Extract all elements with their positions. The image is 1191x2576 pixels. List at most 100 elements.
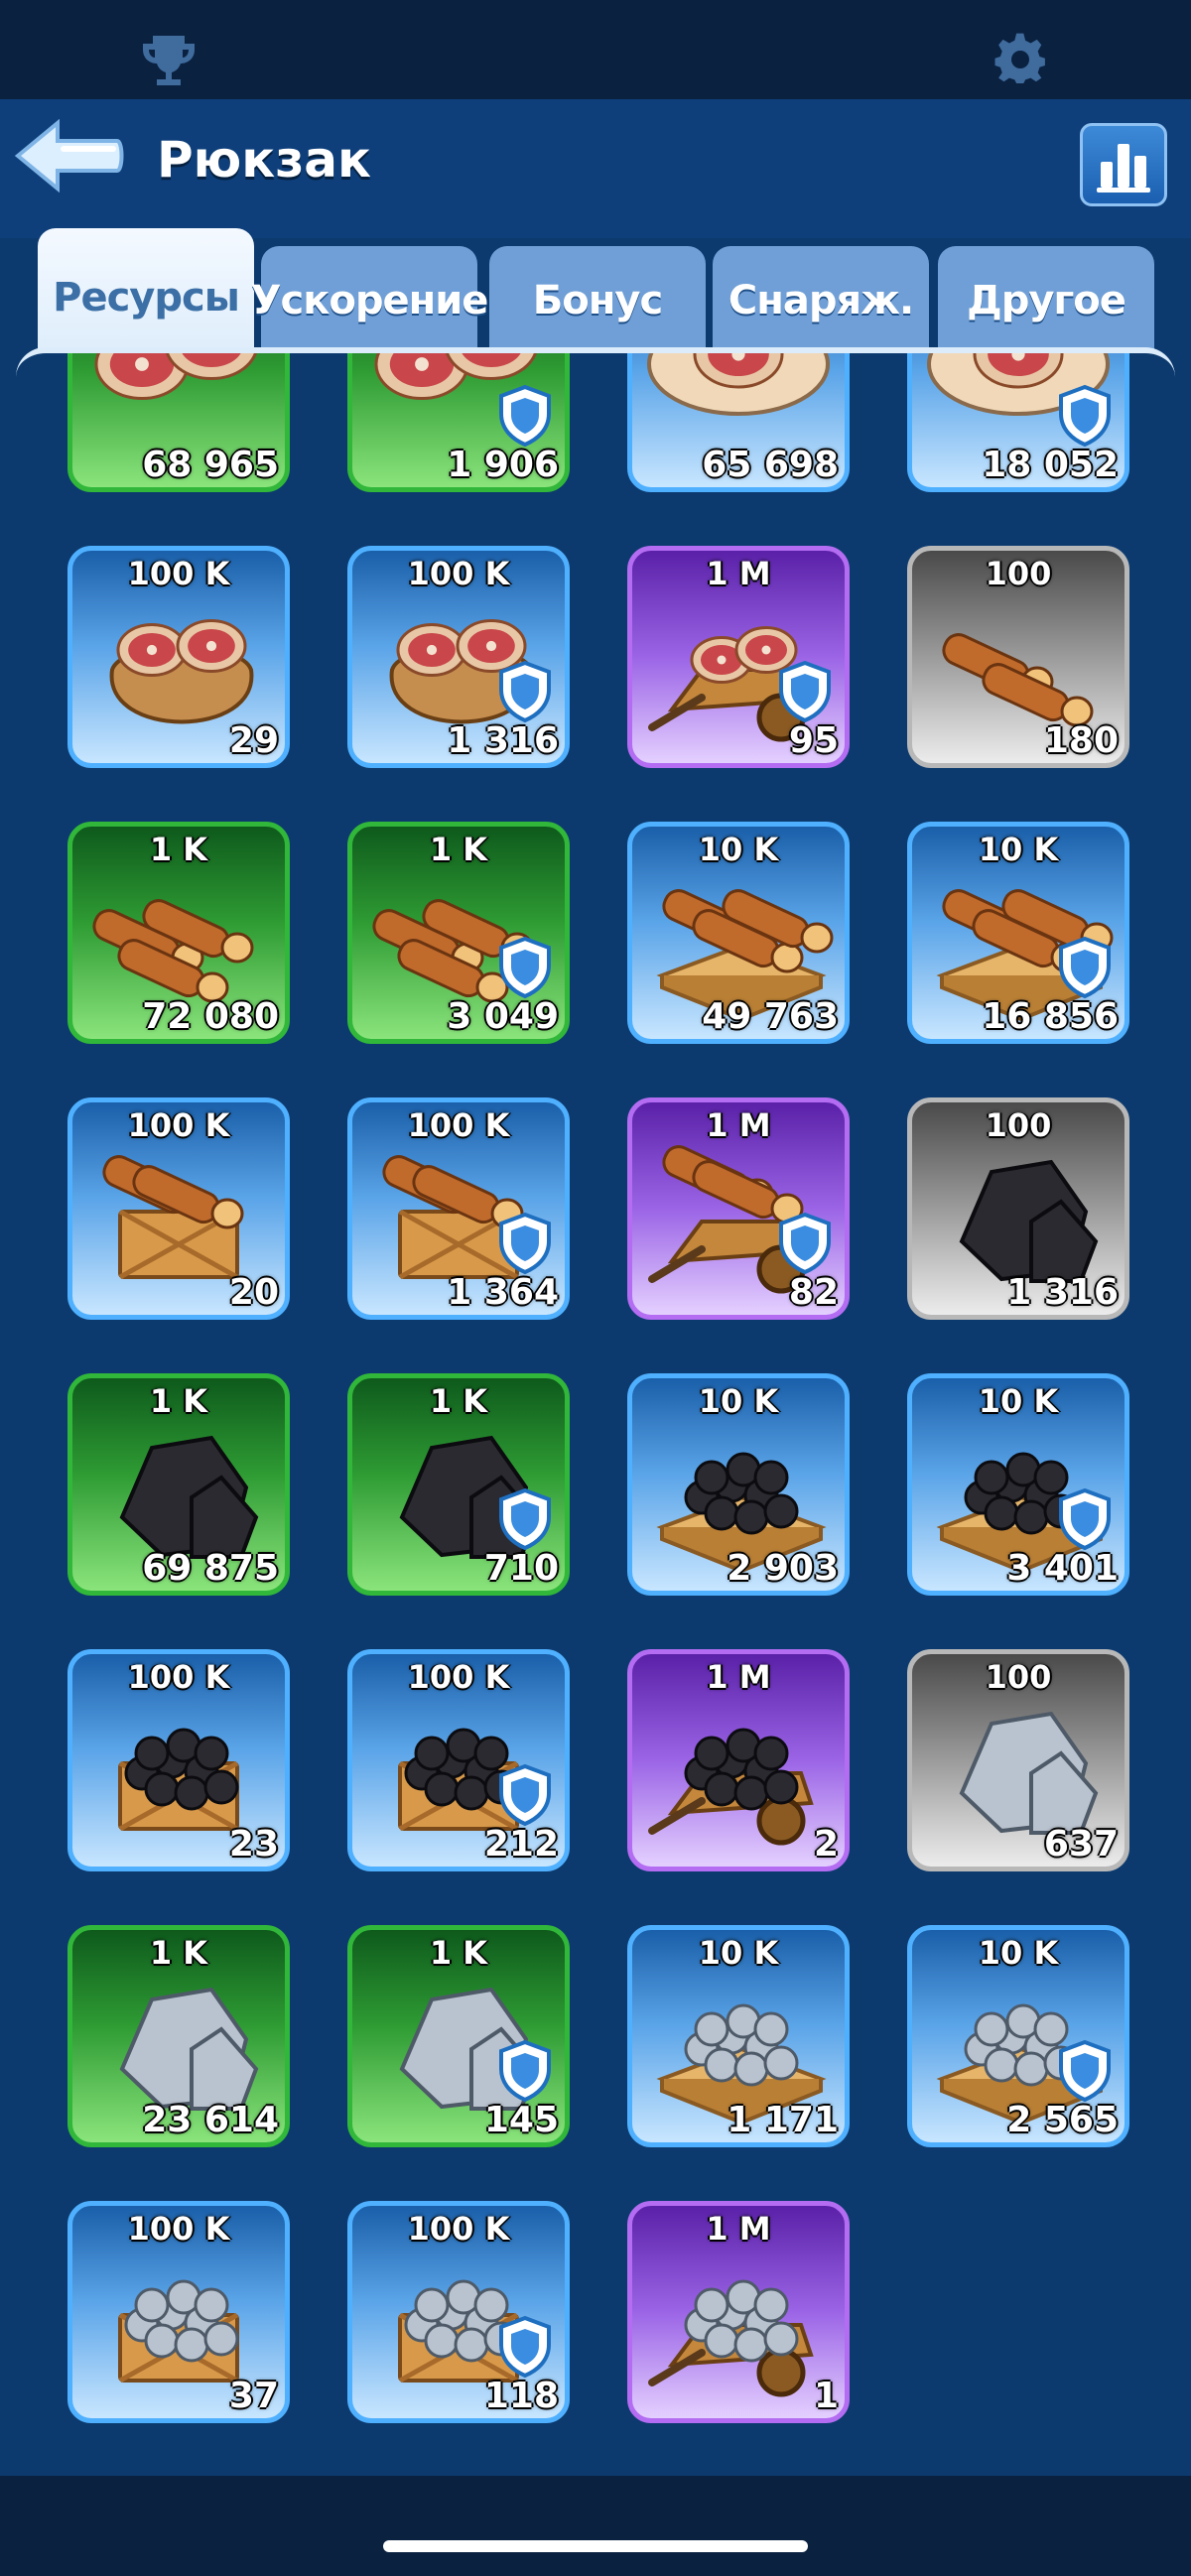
inventory-item[interactable]: 10 K 2 565 [907, 1925, 1129, 2147]
shield-icon [499, 2315, 551, 2379]
shield-icon [1059, 1487, 1111, 1551]
item-denomination: 100 K [127, 555, 230, 592]
item-count: 1 364 [447, 1272, 559, 1313]
item-count: 20 [228, 1272, 279, 1313]
inventory-item[interactable]: 100 K 1 364 [347, 1097, 570, 1320]
item-denomination: 1 M [706, 1658, 771, 1696]
item-denomination: 1 K [429, 1934, 488, 1972]
inventory-item[interactable]: 100 K 1 316 [347, 546, 570, 768]
item-denomination: 100 K [127, 1106, 230, 1144]
shield-icon [1059, 2039, 1111, 2103]
inventory-item[interactable]: 1 M 82 [627, 1097, 850, 1320]
inventory-item[interactable]: 10 K 1 171 [627, 1925, 850, 2147]
inventory-item[interactable]: 10 K 16 856 [907, 822, 1129, 1044]
item-count: 1 [813, 2376, 839, 2416]
item-denomination: 10 K [698, 1934, 779, 1972]
shield-icon [499, 384, 551, 448]
inventory-item[interactable]: 1 K 69 875 [67, 1373, 290, 1596]
item-count: 72 080 [142, 996, 279, 1037]
item-count: 1 316 [447, 720, 559, 761]
item-denomination: 1 K [149, 1382, 208, 1420]
tab-bar: Ресурсы Ускорение Бонус Снаряж. Другое [0, 218, 1191, 367]
inventory-item[interactable]: 1 M 95 [627, 546, 850, 768]
item-denomination: 10 K [978, 1934, 1059, 1972]
item-denomination: 10 K [978, 831, 1059, 868]
tab-resources[interactable]: Ресурсы [38, 228, 254, 367]
inventory-item[interactable]: 18 052 [907, 353, 1129, 492]
item-denomination: 100 [985, 1106, 1052, 1144]
inventory-item[interactable]: 100 K 212 [347, 1649, 570, 1871]
tab-speedups[interactable]: Ускорение [251, 246, 488, 355]
inventory-item[interactable]: 1 K 710 [347, 1373, 570, 1596]
item-count: 2 [813, 1824, 839, 1865]
item-denomination: 1 K [149, 831, 208, 868]
inventory-item[interactable]: 100 K 29 [67, 546, 290, 768]
item-denomination: 100 [985, 555, 1052, 592]
inventory-item[interactable]: 10 K 2 903 [627, 1373, 850, 1596]
item-count: 1 906 [447, 445, 559, 485]
item-denomination: 1 M [706, 555, 771, 592]
inventory-item[interactable]: 68 965 [67, 353, 290, 492]
item-count: 49 763 [702, 996, 839, 1037]
item-denomination: 1 K [149, 1934, 208, 1972]
shield-icon [499, 1212, 551, 1275]
tab-equipment[interactable]: Снаряж. [713, 246, 929, 355]
inventory-item[interactable]: 10 K 49 763 [627, 822, 850, 1044]
item-count: 212 [483, 1824, 559, 1865]
inventory-item[interactable]: 1 M 2 [627, 1649, 850, 1871]
back-arrow-icon[interactable] [14, 119, 125, 193]
item-count: 637 [1043, 1824, 1119, 1865]
inventory-item[interactable]: 100 K 23 [67, 1649, 290, 1871]
item-denomination: 10 K [698, 831, 779, 868]
item-denomination: 100 K [407, 2210, 510, 2248]
bar-chart-icon [1097, 144, 1150, 193]
shield-icon [1059, 384, 1111, 448]
inventory-item[interactable]: 100 637 [907, 1649, 1129, 1871]
item-count: 69 875 [142, 1548, 279, 1589]
item-denomination: 100 K [127, 2210, 230, 2248]
home-indicator[interactable] [383, 2540, 808, 2552]
item-count: 180 [1043, 720, 1119, 761]
shield-icon [1059, 936, 1111, 999]
inventory-item[interactable]: 10 K 3 401 [907, 1373, 1129, 1596]
item-count: 118 [483, 2376, 559, 2416]
inventory-item[interactable]: 65 698 [627, 353, 850, 492]
item-count: 2 903 [727, 1548, 839, 1589]
trophy-icon[interactable] [139, 30, 198, 89]
inventory-item[interactable]: 100 180 [907, 546, 1129, 768]
inventory-item[interactable]: 1 K 72 080 [67, 822, 290, 1044]
status-top-bar [0, 0, 1191, 99]
inventory-item[interactable]: 1 906 [347, 353, 570, 492]
shield-icon [499, 660, 551, 723]
item-count: 145 [483, 2100, 559, 2140]
inventory-item[interactable]: 100 1 316 [907, 1097, 1129, 1320]
inventory-item[interactable]: 1 K 3 049 [347, 822, 570, 1044]
item-denomination: 1 M [706, 2210, 771, 2248]
inventory-item[interactable]: 1 K 23 614 [67, 1925, 290, 2147]
inventory-item[interactable]: 100 K 118 [347, 2201, 570, 2423]
item-count: 95 [788, 720, 839, 761]
shield-icon [499, 936, 551, 999]
item-count: 65 698 [702, 445, 839, 485]
tab-other[interactable]: Другое [938, 246, 1154, 355]
shield-icon [499, 2039, 551, 2103]
inventory-item[interactable]: 1 M 1 [627, 2201, 850, 2423]
gear-icon[interactable] [991, 30, 1050, 89]
item-denomination: 100 K [407, 1658, 510, 1696]
item-count: 37 [228, 2376, 279, 2416]
item-denomination: 10 K [698, 1382, 779, 1420]
item-count: 18 052 [982, 445, 1119, 485]
inventory-item[interactable]: 100 K 20 [67, 1097, 290, 1320]
tab-bonus[interactable]: Бонус [489, 246, 706, 355]
stats-button[interactable] [1080, 123, 1167, 206]
item-count: 82 [788, 1272, 839, 1313]
item-count: 1 316 [1006, 1272, 1119, 1313]
item-denomination: 1 K [429, 1382, 488, 1420]
item-denomination: 1 K [429, 831, 488, 868]
item-count: 1 171 [727, 2100, 839, 2140]
inventory-item[interactable]: 100 K 37 [67, 2201, 290, 2423]
inventory-panel[interactable]: 68 965 1 906 65 698 18 052 100 K 29 100 K 1 316… [16, 347, 1175, 2476]
item-count: 2 565 [1006, 2100, 1119, 2140]
inventory-item[interactable]: 1 K 145 [347, 1925, 570, 2147]
shield-icon [779, 660, 831, 723]
